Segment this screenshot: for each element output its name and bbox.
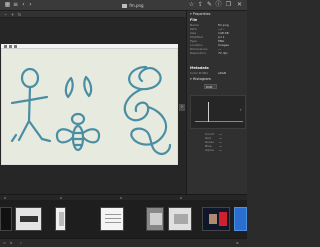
- folder-icon[interactable]: ▭: [3, 241, 7, 245]
- top-toolbar: ▦ ≡ ‹ › fm.png ☆ ⇪ ✎ ⓘ ❐ ✕: [0, 0, 247, 11]
- edit-icon[interactable]: ✎: [206, 2, 213, 8]
- viewer-subbar: − + ↻: [0, 11, 186, 18]
- metadata-row: Color Profile sRGB: [190, 71, 227, 75]
- thumbnail-selected[interactable]: [234, 207, 247, 231]
- bee-wing-left: [55, 128, 75, 144]
- thumbnail[interactable]: [15, 207, 42, 231]
- window-title: fm.png: [108, 2, 158, 9]
- info-icon[interactable]: ⓘ: [215, 2, 222, 8]
- star-icon[interactable]: ☆: [188, 2, 195, 8]
- copy-icon[interactable]: ❐: [225, 2, 232, 8]
- collapse-panel-icon[interactable]: ›: [179, 104, 185, 111]
- file-section-title: File: [190, 18, 198, 22]
- properties-panel: ▾Properties File Name fm.png Path ~/… Size…: [186, 11, 247, 194]
- histogram-header[interactable]: ▾Histogram: [190, 77, 246, 82]
- zoom-in-icon[interactable]: +: [10, 12, 15, 17]
- zoom-out-icon[interactable]: −: [3, 12, 8, 17]
- chevron-down-icon: ▾: [190, 77, 192, 81]
- figure-body: [27, 85, 32, 123]
- drawing-image: [10, 65, 172, 155]
- swirl-head: [128, 65, 162, 91]
- thumbnail[interactable]: [146, 207, 164, 231]
- thumbnail[interactable]: [55, 207, 66, 231]
- thumbnail[interactable]: [168, 207, 192, 231]
- filter-icon[interactable]: ▿: [20, 241, 24, 245]
- back-icon[interactable]: ‹: [20, 2, 27, 8]
- bee-wing-right: [81, 128, 101, 144]
- leaf-right: [83, 75, 93, 98]
- swirl-middle: [123, 87, 150, 122]
- settings-icon[interactable]: ⚙: [236, 241, 240, 245]
- image-canvas[interactable]: [1, 44, 178, 165]
- thumbnail[interactable]: [202, 207, 230, 231]
- stat-row: Alpha —: [205, 148, 222, 152]
- chevron-down-icon: ▾: [190, 12, 192, 16]
- image-viewer-app: ▦ ≡ ‹ › fm.png ☆ ⇪ ✎ ⓘ ❐ ✕ − + ↻ › ▾Prop…: [0, 0, 247, 247]
- figure-legs: [17, 119, 44, 142]
- menu-icon[interactable]: ≡: [12, 2, 19, 8]
- forward-icon[interactable]: ›: [27, 2, 34, 8]
- status-bar: ▭ ⇅ ▿ ⚙: [0, 238, 247, 247]
- image-viewport[interactable]: ›: [0, 18, 186, 194]
- share-icon[interactable]: ⇪: [197, 2, 204, 8]
- leaf-left: [64, 76, 74, 99]
- bee-head: [70, 112, 86, 126]
- image-file-icon: [122, 4, 128, 8]
- close-icon[interactable]: ✕: [236, 2, 243, 8]
- sort-icon[interactable]: ⇅: [10, 241, 14, 245]
- swirl-tail: [130, 105, 172, 155]
- metadata-section-title: Metadata: [190, 66, 209, 70]
- file-row: Resolution 72 dpi: [190, 51, 228, 55]
- filmstrip[interactable]: [0, 200, 247, 238]
- thumbnail[interactable]: [100, 207, 124, 231]
- histogram-chart: ›: [190, 95, 246, 129]
- grid-icon[interactable]: ▦: [4, 2, 11, 8]
- thumbnail[interactable]: [0, 207, 12, 231]
- figure-head: [20, 67, 40, 89]
- properties-header[interactable]: ▾Properties: [190, 12, 246, 17]
- image-header-strip: [1, 44, 178, 49]
- histogram-channel-select[interactable]: RGB: [204, 84, 217, 89]
- rotate-icon[interactable]: ↻: [17, 12, 22, 17]
- histogram-peak: [208, 102, 209, 122]
- expand-icon[interactable]: ›: [240, 107, 245, 112]
